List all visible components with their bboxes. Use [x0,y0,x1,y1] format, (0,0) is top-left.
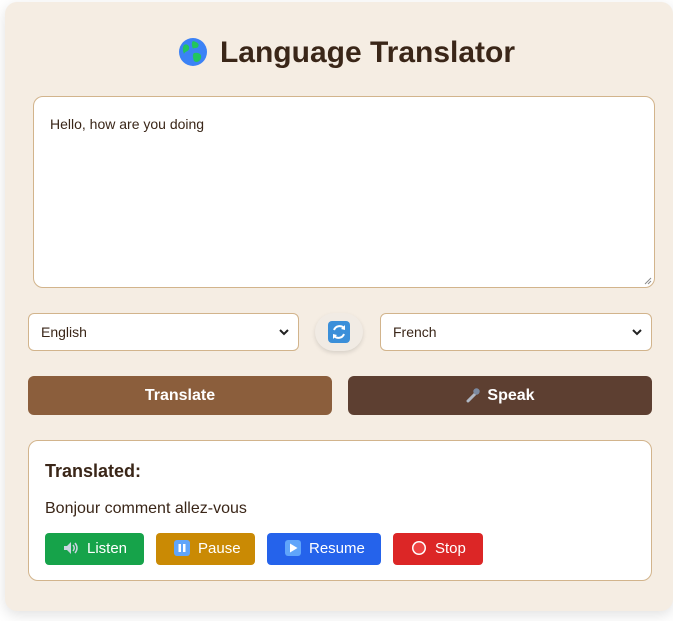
source-text-input[interactable]: Hello, how are you doing [33,96,655,288]
source-language-value: English [41,324,87,340]
result-heading: Translated: [45,461,142,481]
translate-button[interactable]: Translate [28,376,332,415]
chevron-down-icon [279,329,289,336]
source-language-select[interactable]: English [28,313,299,351]
source-text: Hello, how are you doing [50,116,205,132]
play-icon [285,540,301,556]
listen-button[interactable]: Listen [45,533,144,565]
translation-result: Translated: Bonjour comment allez-vous L… [28,440,652,581]
record-icon [412,541,426,555]
title-text: Language Translator [219,36,516,69]
translated-text: Bonjour comment allez-vous [45,500,247,517]
target-language-value: French [393,324,437,340]
speak-button[interactable]: Speak [348,376,652,415]
speaker-icon [64,542,78,554]
pause-label: Pause [198,540,241,557]
chevron-down-icon [632,329,642,336]
pause-button[interactable]: Pause [156,533,255,565]
listen-label: Listen [87,540,128,557]
page-title: Language Translator [5,36,673,70]
translate-label: Translate [144,387,216,404]
stop-button[interactable]: Stop [393,533,483,565]
resume-button[interactable]: Resume [267,533,381,565]
globe-icon [178,38,207,66]
swap-languages-button[interactable] [315,313,363,351]
stop-label: Stop [435,540,466,557]
translator-card: Language Translator Hello, how are you d… [5,2,673,611]
resume-label: Resume [309,540,365,557]
resize-grip-icon[interactable] [644,277,652,285]
pause-icon [174,540,190,556]
microphone-icon [466,388,481,403]
speak-label: Speak [487,387,535,404]
target-language-select[interactable]: French [380,313,652,351]
swap-icon [328,321,350,343]
